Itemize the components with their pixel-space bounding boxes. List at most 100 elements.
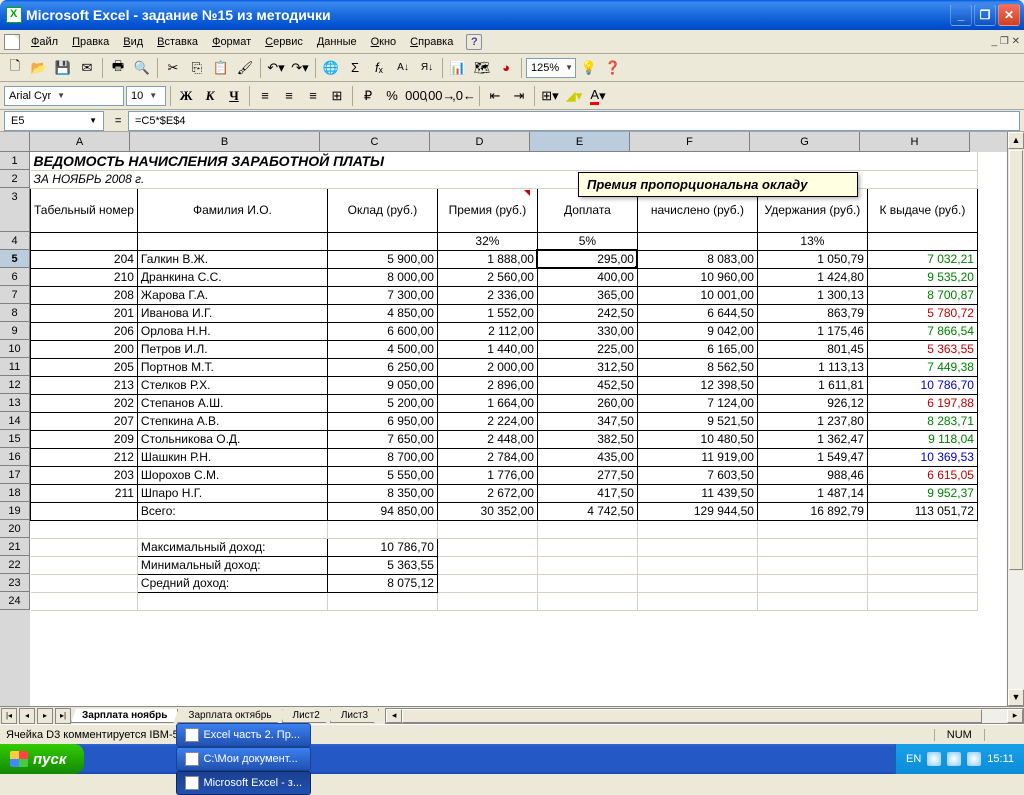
cell[interactable]: 5 550,00 bbox=[327, 466, 437, 484]
cell[interactable] bbox=[31, 232, 138, 250]
cell[interactable]: 207 bbox=[31, 412, 138, 430]
save-button[interactable]: 💾 bbox=[52, 57, 74, 79]
row-header-11[interactable]: 11 bbox=[0, 358, 30, 376]
cell[interactable]: 1 664,00 bbox=[437, 394, 537, 412]
cell[interactable]: 1 113,13 bbox=[757, 358, 867, 376]
col-header-C[interactable]: C bbox=[320, 132, 430, 152]
cell[interactable]: 417,50 bbox=[537, 484, 637, 502]
font-name-combo[interactable]: Arial Cyr▼ bbox=[4, 86, 124, 106]
cell[interactable]: 2 784,00 bbox=[437, 448, 537, 466]
taskbar-button[interactable]: Microsoft Excel - з... bbox=[176, 771, 311, 795]
cell[interactable]: 201 bbox=[31, 304, 138, 322]
function-button[interactable]: fₓ bbox=[368, 57, 390, 79]
hscroll-thumb[interactable] bbox=[402, 709, 982, 723]
cell[interactable]: 400,00 bbox=[537, 268, 637, 286]
sheet-tab[interactable]: Зарплата ноябрь bbox=[71, 709, 178, 723]
fill-color-button[interactable]: ◢▾ bbox=[563, 85, 585, 107]
row-header-4[interactable]: 4 bbox=[0, 232, 30, 250]
merge-center-button[interactable]: ⊞ bbox=[326, 85, 348, 107]
clock[interactable]: 15:11 bbox=[987, 753, 1014, 765]
cell[interactable] bbox=[437, 574, 537, 592]
cell[interactable]: Всего: bbox=[137, 502, 327, 520]
cell[interactable]: 5% bbox=[537, 232, 637, 250]
menu-вид[interactable]: Вид bbox=[116, 33, 150, 51]
map-button[interactable]: 🗺 bbox=[471, 57, 493, 79]
cell[interactable]: 1 424,80 bbox=[757, 268, 867, 286]
row-header-2[interactable]: 2 bbox=[0, 170, 30, 188]
menu-правка[interactable]: Правка bbox=[65, 33, 116, 51]
cell[interactable]: 242,50 bbox=[537, 304, 637, 322]
cell[interactable] bbox=[867, 232, 977, 250]
column-headers[interactable]: ABCDEFGH bbox=[30, 132, 1007, 152]
sort-desc-button[interactable]: Я↓ bbox=[416, 57, 438, 79]
cell[interactable]: 277,50 bbox=[537, 466, 637, 484]
cell[interactable]: 801,45 bbox=[757, 340, 867, 358]
cell[interactable]: 1 611,81 bbox=[757, 376, 867, 394]
menu-справка[interactable]: Справка bbox=[403, 33, 460, 51]
assist-button[interactable]: ❓ bbox=[602, 57, 624, 79]
cell[interactable]: Премия (руб.) bbox=[437, 188, 537, 232]
cell[interactable] bbox=[327, 592, 437, 610]
cell[interactable] bbox=[637, 232, 757, 250]
cell[interactable]: Средний доход: bbox=[137, 574, 327, 592]
cell[interactable]: 202 bbox=[31, 394, 138, 412]
cell[interactable]: Шпаро Н.Г. bbox=[137, 484, 327, 502]
row-header-12[interactable]: 12 bbox=[0, 376, 30, 394]
font-color-button[interactable]: A▾ bbox=[587, 85, 609, 107]
cell[interactable] bbox=[137, 520, 327, 538]
cell[interactable]: 2 672,00 bbox=[437, 484, 537, 502]
cell[interactable]: Табельный номер bbox=[31, 188, 138, 232]
cell[interactable]: 347,50 bbox=[537, 412, 637, 430]
cell[interactable]: 8 562,50 bbox=[637, 358, 757, 376]
help-icon[interactable]: ? bbox=[466, 34, 482, 50]
redo-button[interactable]: ↷▾ bbox=[289, 57, 311, 79]
cell[interactable]: 6 250,00 bbox=[327, 358, 437, 376]
cell[interactable]: 12 398,50 bbox=[637, 376, 757, 394]
cell[interactable]: 4 500,00 bbox=[327, 340, 437, 358]
sort-asc-button[interactable]: А↓ bbox=[392, 57, 414, 79]
cell[interactable]: 10 001,00 bbox=[637, 286, 757, 304]
cell[interactable]: 210 bbox=[31, 268, 138, 286]
cell[interactable]: 10 960,00 bbox=[637, 268, 757, 286]
col-header-D[interactable]: D bbox=[430, 132, 530, 152]
cell[interactable]: 9 050,00 bbox=[327, 376, 437, 394]
cell[interactable]: 7 124,00 bbox=[637, 394, 757, 412]
row-header-23[interactable]: 23 bbox=[0, 574, 30, 592]
cell[interactable]: 204 bbox=[31, 250, 138, 268]
cell[interactable]: 11 919,00 bbox=[637, 448, 757, 466]
cell[interactable]: 8 083,00 bbox=[637, 250, 757, 268]
cell[interactable] bbox=[31, 592, 138, 610]
menu-окно[interactable]: Окно bbox=[364, 33, 404, 51]
bold-button[interactable]: Ж bbox=[175, 85, 197, 107]
cell[interactable] bbox=[637, 520, 757, 538]
tab-nav-first[interactable]: |◂ bbox=[1, 708, 17, 724]
cell[interactable]: 2 000,00 bbox=[437, 358, 537, 376]
maximize-button[interactable]: ❐ bbox=[974, 4, 996, 26]
cell[interactable] bbox=[31, 502, 138, 520]
cell[interactable]: 7 603,50 bbox=[637, 466, 757, 484]
row-header-19[interactable]: 19 bbox=[0, 502, 30, 520]
menu-формат[interactable]: Формат bbox=[205, 33, 258, 51]
taskbar-button[interactable]: Excel часть 2. Пр... bbox=[176, 723, 311, 747]
cell[interactable]: Галкин В.Ж. bbox=[137, 250, 327, 268]
copy-button[interactable]: ⎘ bbox=[186, 57, 208, 79]
menu-данные[interactable]: Данные bbox=[310, 33, 364, 51]
row-header-21[interactable]: 21 bbox=[0, 538, 30, 556]
row-headers[interactable]: 123456789101112131415161718192021222324 bbox=[0, 152, 30, 706]
sheet-tab[interactable]: Лист3 bbox=[330, 709, 379, 723]
cell[interactable] bbox=[31, 556, 138, 574]
cell[interactable]: 11 439,50 bbox=[637, 484, 757, 502]
cell[interactable]: 16 892,79 bbox=[757, 502, 867, 520]
cell[interactable]: Оклад (руб.) bbox=[327, 188, 437, 232]
doc-close-button[interactable]: _ ❐ ✕ bbox=[992, 36, 1020, 47]
cell[interactable]: 312,50 bbox=[537, 358, 637, 376]
cell[interactable]: 8 350,00 bbox=[327, 484, 437, 502]
cell[interactable] bbox=[867, 520, 977, 538]
col-header-F[interactable]: F bbox=[630, 132, 750, 152]
cell[interactable]: 926,12 bbox=[757, 394, 867, 412]
borders-button[interactable]: ⊞▾ bbox=[539, 85, 561, 107]
col-header-E[interactable]: E bbox=[530, 132, 630, 152]
cell[interactable]: 1 300,13 bbox=[757, 286, 867, 304]
cell[interactable]: 295,00 bbox=[537, 250, 637, 268]
row-header-20[interactable]: 20 bbox=[0, 520, 30, 538]
